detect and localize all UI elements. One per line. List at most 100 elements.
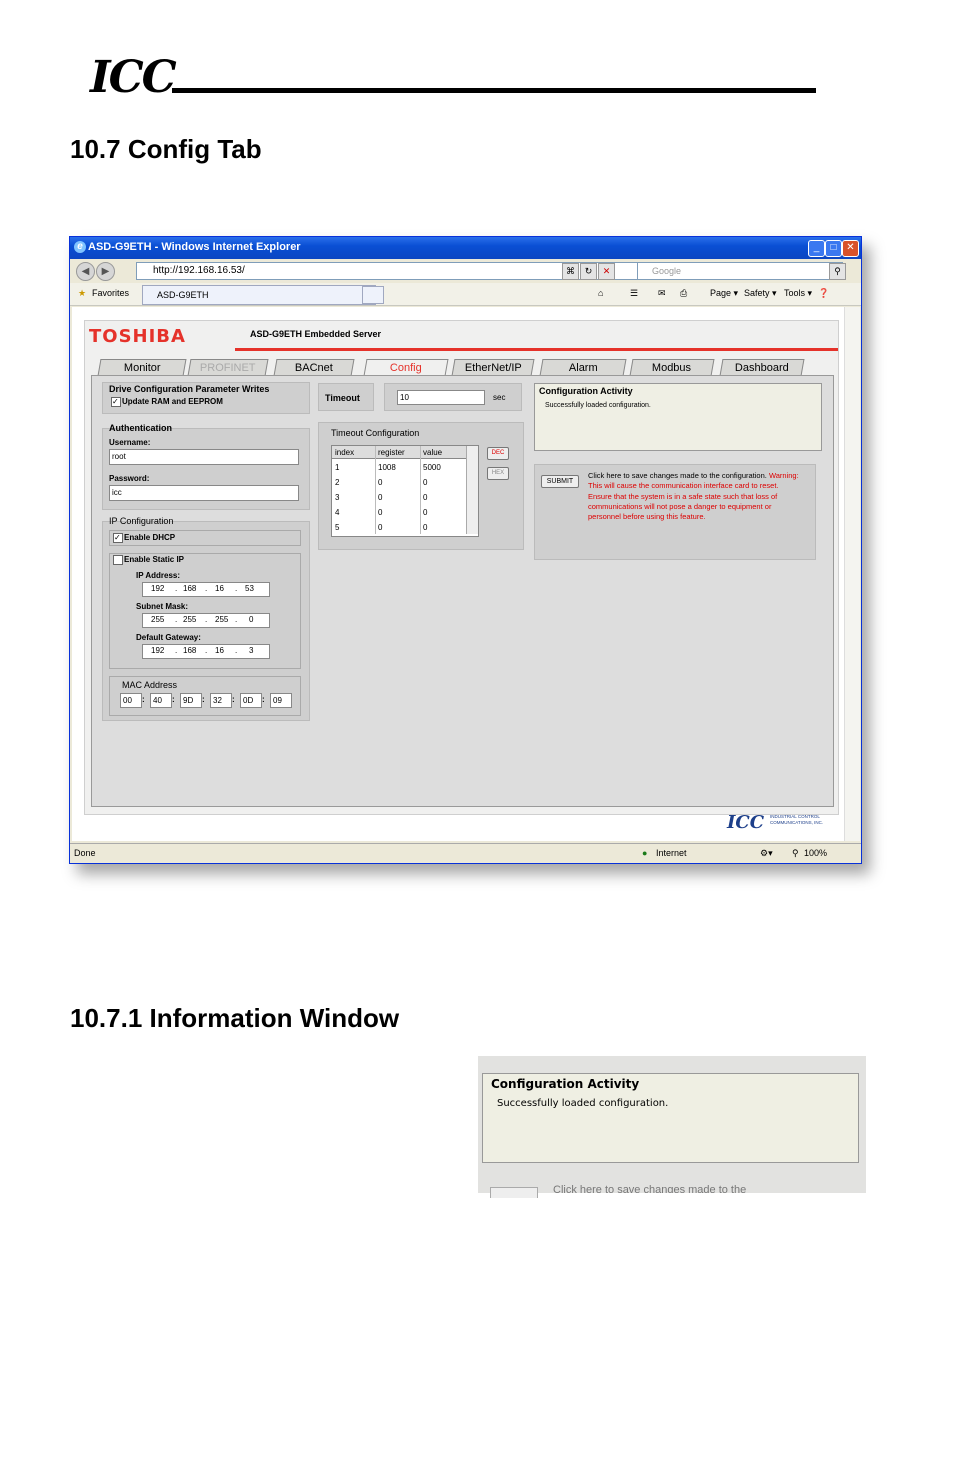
mac-octet[interactable]: 0D bbox=[240, 693, 262, 708]
mac-octet[interactable]: 00 bbox=[120, 693, 142, 708]
web-content: TOSHIBA ASD-G9ETH Embedded Server Monito… bbox=[72, 307, 844, 841]
username-label: Username: bbox=[109, 438, 151, 447]
auth-title: Authentication bbox=[109, 423, 172, 433]
drive-config-group: Drive Configuration Parameter Writes ✓ U… bbox=[102, 382, 310, 414]
update-ram-eeprom-checkbox[interactable]: ✓ bbox=[111, 397, 121, 407]
close-button[interactable]: ✕ bbox=[842, 240, 859, 257]
dhcp-row: ✓ Enable DHCP bbox=[109, 530, 301, 546]
page-scrollbar[interactable] bbox=[844, 307, 860, 841]
hex-button[interactable]: HEX bbox=[487, 467, 509, 480]
enable-static-ip-checkbox[interactable] bbox=[113, 555, 123, 565]
tab-dashboard[interactable]: Dashboard bbox=[719, 359, 805, 376]
favorites-bar: ★ Favorites ASD-G9ETH ⌂ ☰ ✉ ⎙ Page ▾ Saf… bbox=[70, 283, 861, 306]
status-text: Done bbox=[74, 848, 96, 858]
timeout-input[interactable]: 10 bbox=[397, 390, 485, 405]
static-ip-box: Enable Static IP IP Address: 192. 168. 1… bbox=[109, 553, 301, 669]
protected-mode-icon[interactable]: ⚙▾ bbox=[760, 848, 773, 859]
status-bar: Done ● Internet ⚙▾ ⚲ 100% bbox=[70, 843, 861, 862]
mac-octet[interactable]: 09 bbox=[270, 693, 292, 708]
ip-address-label: IP Address: bbox=[136, 571, 181, 580]
config-body: Drive Configuration Parameter Writes ✓ U… bbox=[91, 375, 834, 807]
tab-alarm[interactable]: Alarm bbox=[539, 359, 627, 376]
footer-company: INDUSTRIAL CONTROL COMMUNICATIONS, INC. bbox=[770, 814, 824, 825]
page-menu[interactable]: Page ▾ bbox=[710, 288, 738, 299]
tab-profinet[interactable]: PROFINET bbox=[187, 359, 269, 376]
tab-bacnet[interactable]: BACnet bbox=[273, 359, 355, 376]
feeds-icon[interactable]: ☰ bbox=[630, 288, 638, 299]
search-icon[interactable]: ⚲ bbox=[829, 263, 846, 280]
submit-button[interactable]: SUBMIT bbox=[541, 475, 579, 488]
tools-menu[interactable]: Tools ▾ bbox=[784, 288, 812, 299]
address-row: ◀ ▶ http://192.168.16.53/ ⌘ ↻ ✕ Google ⚲ bbox=[70, 259, 861, 283]
ip-config-title: IP Configuration bbox=[109, 516, 174, 526]
username-input[interactable]: root bbox=[109, 449, 299, 465]
mail-icon[interactable]: ✉ bbox=[658, 288, 666, 299]
default-gateway-input[interactable]: 192. 168. 16. 3 bbox=[142, 644, 270, 659]
configuration-activity-panel: Configuration Activity Successfully load… bbox=[534, 383, 822, 451]
mac-address-title: MAC Address bbox=[122, 680, 178, 690]
tab-config[interactable]: Config bbox=[363, 359, 449, 376]
browser-window: e ASD-G9ETH - Windows Internet Explorer … bbox=[69, 236, 862, 864]
back-icon[interactable]: ◀ bbox=[76, 262, 95, 281]
search-input[interactable]: Google bbox=[637, 262, 843, 280]
maximize-button[interactable]: □ bbox=[825, 240, 842, 257]
header-red-line bbox=[235, 348, 838, 351]
compat-icon[interactable]: ⌘ bbox=[562, 263, 579, 280]
tab-monitor[interactable]: Monitor bbox=[97, 359, 187, 376]
enable-static-ip-label: Enable Static IP bbox=[124, 555, 185, 564]
stop-icon[interactable]: ✕ bbox=[598, 263, 615, 280]
zoom-level[interactable]: 100% bbox=[804, 848, 827, 858]
column-header: index bbox=[335, 448, 355, 457]
tab-ethernet-ip[interactable]: EtherNet/IP bbox=[451, 359, 535, 376]
timeout-label: Timeout bbox=[325, 393, 360, 403]
header-rule bbox=[172, 88, 816, 93]
zoom-activity-title: Configuration Activity bbox=[491, 1077, 640, 1091]
tab-modbus[interactable]: Modbus bbox=[629, 359, 715, 376]
zoom-submit-button bbox=[490, 1187, 538, 1198]
configuration-activity-zoom: Configuration Activity Successfully load… bbox=[482, 1073, 859, 1163]
subsection-title: 10.7.1 Information Window bbox=[70, 1003, 400, 1033]
server-title: ASD-G9ETH Embedded Server bbox=[250, 329, 382, 339]
enable-dhcp-label: Enable DHCP bbox=[124, 533, 176, 542]
mac-octet[interactable]: 32 bbox=[210, 693, 232, 708]
authentication-group: Authentication Username: root Password: … bbox=[102, 423, 310, 510]
new-tab-button[interactable] bbox=[362, 286, 384, 304]
submit-text: Click here to save changes made to the c… bbox=[588, 471, 799, 522]
zoom-icon: ⚲ bbox=[792, 848, 799, 858]
ip-address-input[interactable]: 192. 168. 16. 53 bbox=[142, 582, 270, 597]
toshiba-logo: TOSHIBA bbox=[89, 326, 186, 347]
title-bar: e ASD-G9ETH - Windows Internet Explorer … bbox=[70, 237, 861, 259]
timeout-group: 10 sec bbox=[384, 383, 522, 411]
mac-address-box: MAC Address 00 : 40 : 9D : 32 : 0D : 09 bbox=[109, 676, 301, 716]
activity-message: Successfully loaded configuration. bbox=[545, 402, 651, 409]
column-header: register bbox=[378, 448, 405, 457]
browser-tab[interactable]: ASD-G9ETH bbox=[142, 285, 376, 305]
password-input[interactable]: icc bbox=[109, 485, 299, 501]
refresh-icon[interactable]: ↻ bbox=[580, 263, 597, 280]
drive-config-title: Drive Configuration Parameter Writes bbox=[109, 384, 270, 394]
zone-text: Internet bbox=[656, 848, 687, 858]
mac-octet[interactable]: 9D bbox=[180, 693, 202, 708]
enable-dhcp-checkbox[interactable]: ✓ bbox=[113, 533, 123, 543]
table-scrollbar[interactable] bbox=[466, 446, 478, 534]
dec-button[interactable]: DEC bbox=[487, 447, 509, 460]
timeout-unit: sec bbox=[493, 393, 506, 402]
timeout-table: index register value 1 1008 5000 2 0 0 3… bbox=[331, 445, 479, 537]
subnet-mask-input[interactable]: 255. 255. 255. 0 bbox=[142, 613, 270, 628]
ip-configuration-group: IP Configuration ✓ Enable DHCP Enable St… bbox=[102, 516, 310, 721]
timeout-configuration-group: Timeout Configuration index register val… bbox=[318, 422, 524, 550]
mac-octet[interactable]: 40 bbox=[150, 693, 172, 708]
activity-title: Configuration Activity bbox=[539, 386, 633, 396]
home-icon[interactable]: ⌂ bbox=[598, 288, 603, 298]
embedded-server-page: TOSHIBA ASD-G9ETH Embedded Server Monito… bbox=[84, 320, 839, 815]
default-gateway-label: Default Gateway: bbox=[136, 633, 201, 642]
globe-icon: ● bbox=[642, 848, 648, 858]
print-icon[interactable]: ⎙ bbox=[680, 288, 687, 299]
help-icon[interactable]: ❓ bbox=[818, 288, 829, 299]
minimize-button[interactable]: _ bbox=[808, 240, 825, 257]
submit-panel: SUBMIT Click here to save changes made t… bbox=[534, 464, 816, 560]
favorites-button[interactable]: Favorites bbox=[92, 288, 129, 298]
forward-icon[interactable]: ▶ bbox=[96, 262, 115, 281]
update-ram-eeprom-label: Update RAM and EEPROM bbox=[122, 397, 223, 406]
safety-menu[interactable]: Safety ▾ bbox=[744, 288, 777, 299]
